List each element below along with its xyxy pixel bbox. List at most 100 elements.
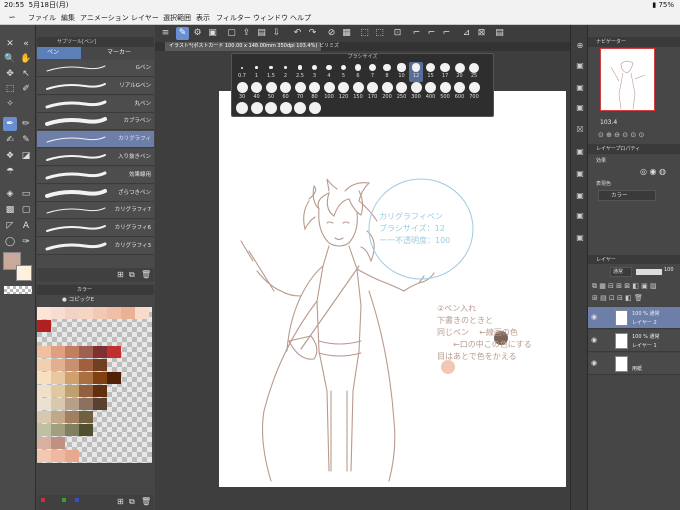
- subtool-item[interactable]: 入り抜きペン: [37, 149, 154, 166]
- brush-size-option[interactable]: 25: [467, 62, 481, 82]
- brush-size-option[interactable]: 12: [409, 62, 423, 82]
- navigator-icon[interactable]: ▣: [575, 61, 585, 71]
- snap-icon[interactable]: ⌐: [410, 27, 423, 40]
- subtool-item[interactable]: リアルGペン: [37, 77, 154, 95]
- brush-size-option[interactable]: 200: [380, 82, 394, 102]
- color-swatch[interactable]: [51, 424, 65, 436]
- color-swatch[interactable]: [37, 437, 51, 449]
- timeline-icon[interactable]: ▣: [575, 233, 585, 243]
- navigator-thumbnail[interactable]: [600, 48, 655, 111]
- stop-icon[interactable]: ⊘: [325, 27, 338, 40]
- subtool-item[interactable]: 効果線用: [37, 166, 154, 184]
- color-swatch[interactable]: [65, 372, 79, 384]
- snap-grid-icon[interactable]: ⌐: [440, 27, 453, 40]
- save-icon[interactable]: ▤: [255, 27, 268, 40]
- move-icon[interactable]: ✥: [3, 67, 17, 81]
- perspective-icon[interactable]: ⊠: [475, 27, 488, 40]
- brush-size-option[interactable]: 70: [293, 82, 307, 102]
- brush-size-option[interactable]: 1.5: [264, 62, 278, 82]
- selection-icon[interactable]: ⬚: [3, 82, 17, 96]
- brush-size-option[interactable]: [264, 102, 278, 117]
- color-swatch[interactable]: [37, 411, 51, 423]
- color-swatch[interactable]: [107, 346, 121, 358]
- animation-icon[interactable]: ▣: [575, 211, 585, 221]
- menu-filter[interactable]: フィルター: [216, 11, 251, 25]
- color-swatch[interactable]: [93, 307, 107, 319]
- redo-icon[interactable]: ↷: [306, 27, 319, 40]
- layer-actions-icons[interactable]: ⊞ ▤ ⊡ ⊟ ◧ 🗑: [592, 294, 643, 302]
- eye-icon[interactable]: ◉: [591, 336, 597, 344]
- add-subtool-icon[interactable]: ⊞: [117, 270, 124, 279]
- airbrush-icon[interactable]: ✎: [19, 133, 33, 147]
- color-swatch[interactable]: [65, 398, 79, 410]
- copy-subtool-icon[interactable]: ⧉: [129, 270, 135, 280]
- sub-color-swatch[interactable]: [16, 265, 32, 281]
- search-icon[interactable]: ⊕: [575, 41, 585, 51]
- menu-edit[interactable]: 編集: [61, 11, 75, 25]
- fill-tool-icon[interactable]: ◈: [3, 187, 17, 201]
- color-swatch[interactable]: [51, 411, 65, 423]
- blend-icon[interactable]: ☂: [3, 165, 17, 179]
- brush-size-option[interactable]: [235, 102, 249, 117]
- replace-color-icon[interactable]: ⧉: [129, 497, 135, 507]
- delete-subtool-icon[interactable]: 🗑: [141, 270, 151, 279]
- blend-mode-select[interactable]: 通常: [610, 267, 632, 277]
- colorset-selector[interactable]: ● コピックE: [37, 295, 154, 306]
- subtool-item[interactable]: カリグラフィ6: [37, 220, 154, 238]
- color-swatch[interactable]: [51, 372, 65, 384]
- brush-size-option[interactable]: 4: [322, 62, 336, 82]
- close-panel-icon[interactable]: ✕: [3, 37, 17, 51]
- eyedropper-icon[interactable]: ✐: [19, 82, 33, 96]
- opacity-slider[interactable]: [636, 269, 662, 275]
- color-swatch[interactable]: [93, 372, 107, 384]
- brush-size-option[interactable]: 7: [366, 62, 380, 82]
- gradient-icon[interactable]: ▭: [19, 187, 33, 201]
- layer-row[interactable]: ◉ 100 % 通常 レイヤー 2: [588, 307, 680, 329]
- new-file-icon[interactable]: ▢: [225, 27, 238, 40]
- color-swatch[interactable]: [93, 359, 107, 371]
- color-swatch[interactable]: [65, 411, 79, 423]
- transform-icon[interactable]: ⊡: [391, 27, 404, 40]
- brush-size-option[interactable]: 250: [395, 82, 409, 102]
- collapse-icon[interactable]: «: [19, 37, 33, 51]
- subtool-item[interactable]: ざらつきペン: [37, 184, 154, 202]
- brush-size-option[interactable]: 500: [438, 82, 452, 102]
- color-swatch[interactable]: [65, 450, 79, 462]
- brush-size-option[interactable]: 10: [395, 62, 409, 82]
- text-icon[interactable]: A: [19, 219, 33, 233]
- material-icon[interactable]: ▣: [206, 27, 219, 40]
- color-swatch[interactable]: [79, 398, 93, 410]
- tab-pen[interactable]: ペン: [37, 47, 81, 59]
- brush-size-option[interactable]: 50: [264, 82, 278, 102]
- color-swatch[interactable]: [37, 320, 51, 332]
- brush-size-option[interactable]: [279, 102, 293, 117]
- zoom-controls-icon[interactable]: ⊙ ⊕ ⊖ ⊙ ⊙ ⊙: [598, 131, 644, 139]
- color-swatch[interactable]: [121, 307, 135, 319]
- color-swatch[interactable]: [79, 424, 93, 436]
- color-swatch[interactable]: [65, 359, 79, 371]
- eye-icon[interactable]: ◉: [591, 313, 597, 321]
- color-swatch[interactable]: [65, 346, 79, 358]
- brush-size-option[interactable]: 6: [351, 62, 365, 82]
- snap-ruler-icon[interactable]: ⌐: [425, 27, 438, 40]
- subview-icon[interactable]: ▣: [575, 83, 585, 93]
- app-logo-icon[interactable]: ∽: [6, 13, 18, 23]
- subtool-item[interactable]: カリグラフィ7: [37, 202, 154, 220]
- history-icon[interactable]: ☒: [575, 125, 585, 135]
- operation-icon[interactable]: ↖: [19, 67, 33, 81]
- menu-animation[interactable]: アニメーション: [80, 11, 129, 25]
- color-swatch[interactable]: [135, 307, 149, 319]
- brush-size-option[interactable]: [250, 102, 264, 117]
- figure-icon[interactable]: ▩: [3, 203, 17, 217]
- menu-selection[interactable]: 選択範囲: [163, 11, 191, 25]
- layer-row[interactable]: ◉ 用紙: [588, 353, 680, 375]
- subtool-item[interactable]: カリグラフィ3: [37, 238, 154, 255]
- settings-icon[interactable]: ⚙: [191, 27, 204, 40]
- tab-illustration[interactable]: イラスト*(ポストカード 100.00 x 148.00mm 350dpi 10…: [165, 42, 322, 51]
- brush-size-option[interactable]: 600: [453, 82, 467, 102]
- brush-size-option[interactable]: 1: [250, 62, 264, 82]
- brush-size-option[interactable]: 80: [308, 82, 322, 102]
- balloon-icon[interactable]: ◯: [3, 235, 17, 249]
- hand-icon[interactable]: ✋: [19, 52, 33, 66]
- pencil-icon[interactable]: ✏: [19, 117, 33, 131]
